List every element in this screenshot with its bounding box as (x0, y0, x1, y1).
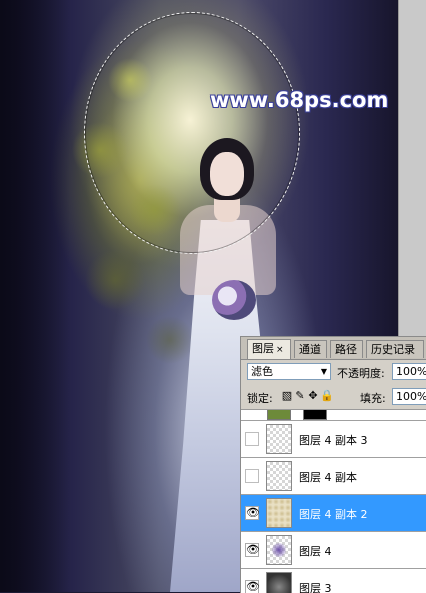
layer-thumbnail (266, 535, 292, 565)
layer-name: 图层 4 副本 3 (299, 434, 368, 447)
layer-row[interactable]: 图层 4 副本 (241, 458, 426, 495)
layer-name: 图层 4 副本 2 (299, 508, 368, 521)
visibility-toggle[interactable] (245, 432, 259, 446)
panel-tabs: 图层 × 通道 路径 历史记录 (241, 337, 426, 360)
lock-move-icon[interactable]: ✥ (307, 389, 320, 402)
layer-thumbnail (266, 461, 292, 491)
workspace-background (398, 0, 426, 336)
layer-row-partial[interactable] (241, 410, 426, 421)
layer-thumbnail (266, 424, 292, 454)
visibility-toggle[interactable] (245, 469, 259, 483)
lock-row: 锁定: ▧ ✎ ✥🔒 填充: 100% (241, 385, 426, 410)
eye-icon[interactable]: 👁 (245, 543, 260, 557)
layer-mask-thumbnail (303, 410, 327, 420)
blend-mode-select[interactable]: 滤色 ▼ (247, 363, 331, 380)
tab-channels-label: 通道 (299, 343, 321, 356)
blend-row: 滤色 ▼ 不透明度: 100% (241, 360, 426, 384)
layer-thumbnail (266, 572, 292, 593)
layer-row-selected[interactable]: 👁 图层 4 副本 2 (241, 495, 426, 532)
close-icon[interactable]: × (276, 345, 284, 355)
layer-name: 图层 3 (299, 582, 332, 593)
layer-name: 图层 4 (299, 545, 332, 558)
lock-transparency-icon[interactable]: ▧ (281, 389, 294, 402)
layer-thumbnail (267, 410, 291, 420)
blend-mode-value: 滤色 (251, 365, 273, 378)
layer-row[interactable]: 图层 4 副本 3 (241, 421, 426, 458)
tab-layers[interactable]: 图层 × (247, 339, 291, 359)
eye-icon[interactable]: 👁 (245, 506, 260, 520)
elliptical-selection[interactable] (84, 12, 300, 254)
tab-layers-label: 图层 (252, 342, 274, 355)
layer-thumbnail (266, 498, 292, 528)
fill-field[interactable]: 100% (392, 388, 426, 405)
lock-all-icon[interactable]: 🔒 (320, 389, 334, 402)
chevron-down-icon: ▼ (320, 367, 327, 376)
lock-label: 锁定: (247, 392, 273, 405)
tab-paths-label: 路径 (335, 343, 357, 356)
layer-row[interactable]: 👁 图层 3 (241, 569, 426, 593)
lock-icons: ▧ ✎ ✥🔒 (281, 389, 334, 402)
layer-list: 图层 4 副本 3 图层 4 副本 👁 图层 4 副本 2 👁 图层 4 👁 图… (241, 410, 426, 593)
layer-name: 图层 4 副本 (299, 471, 357, 484)
fill-label: 填充: (360, 392, 386, 405)
tab-history-label: 历史记录 (371, 343, 415, 356)
watermark-text: www.68ps.com (210, 88, 389, 112)
eye-icon[interactable]: 👁 (245, 580, 260, 593)
opacity-label: 不透明度: (337, 367, 385, 380)
tab-channels[interactable]: 通道 (294, 340, 327, 358)
opacity-field[interactable]: 100% (392, 363, 426, 380)
lock-paint-icon[interactable]: ✎ (294, 389, 307, 402)
bouquet (212, 280, 256, 320)
layers-panel: 图层 × 通道 路径 历史记录 滤色 ▼ 不透明度: 100% 锁定: ▧ ✎ ✥🔒 … (240, 336, 426, 593)
tab-paths[interactable]: 路径 (330, 340, 363, 358)
tab-history[interactable]: 历史记录 (366, 340, 424, 358)
layer-row[interactable]: 👁 图层 4 (241, 532, 426, 569)
